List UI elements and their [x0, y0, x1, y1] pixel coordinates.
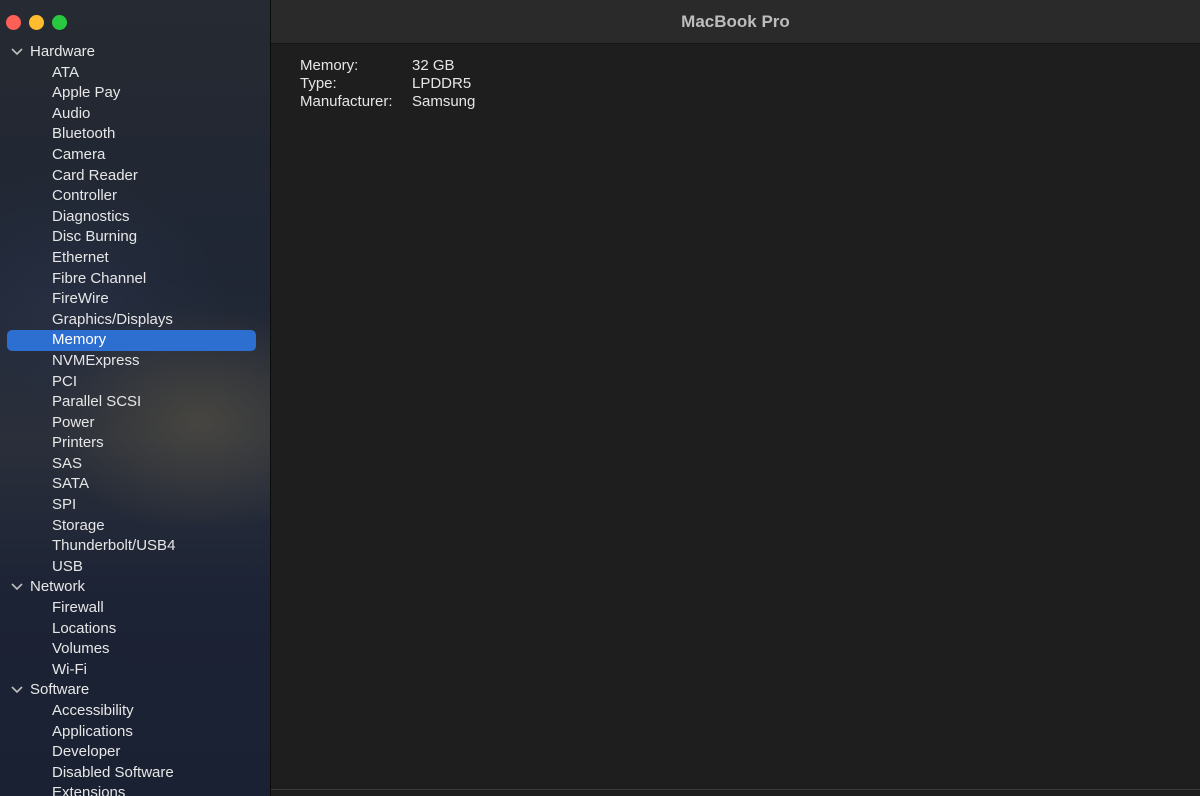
sidebar-item-ethernet[interactable]: Ethernet	[0, 248, 270, 269]
sidebar-item-label: Graphics/Displays	[52, 310, 173, 328]
sidebar-item-thunderbolt-usb4[interactable]: Thunderbolt/USB4	[0, 536, 270, 557]
sidebar-group-label: Network	[30, 578, 86, 596]
sidebar-group-label: Hardware	[30, 43, 96, 60]
system-information-window: Hardware ATA Apple Pay Audio Bluetooth C…	[0, 0, 1200, 796]
sidebar-item-label: Wi-Fi	[52, 660, 87, 678]
divider	[271, 789, 1200, 790]
sidebar-item-developer[interactable]: Developer	[0, 742, 270, 763]
sidebar-item-label: SPI	[52, 496, 77, 514]
detail-key: Manufacturer:	[300, 93, 393, 110]
sidebar-group-label: Software	[30, 681, 90, 699]
sidebar-item-label: Applications	[52, 722, 133, 740]
sidebar: Hardware ATA Apple Pay Audio Bluetooth C…	[0, 0, 271, 796]
sidebar-item-volumes[interactable]: Volumes	[0, 639, 270, 660]
sidebar-item-label: Extensions	[52, 784, 126, 796]
window-title: MacBook Pro	[681, 12, 790, 31]
sidebar-item-memory[interactable]: Memory	[0, 330, 270, 351]
sidebar-item-label: Controller	[52, 187, 118, 205]
minimize-button[interactable]	[29, 15, 44, 30]
sidebar-group-software[interactable]: Software	[0, 680, 270, 701]
sidebar-item-ata[interactable]: ATA	[0, 63, 270, 84]
detail-key: Type:	[300, 75, 337, 92]
sidebar-item-label: Diagnostics	[52, 207, 130, 225]
memory-details: Memory: 32 GB Type: LPDDR5 Manufacturer:…	[300, 57, 600, 111]
sidebar-item-disabled-software[interactable]: Disabled Software	[0, 763, 270, 784]
sidebar-item-label: Thunderbolt/USB4	[52, 537, 176, 555]
sidebar-item-sata[interactable]: SATA	[0, 474, 270, 495]
sidebar-item-camera[interactable]: Camera	[0, 145, 270, 166]
sidebar-item-label: USB	[52, 557, 83, 575]
sidebar-item-spi[interactable]: SPI	[0, 495, 270, 516]
detail-row-manufacturer: Manufacturer: Samsung	[300, 93, 600, 111]
title-bar[interactable]: MacBook Pro	[271, 0, 1200, 44]
detail-row-memory: Memory: 32 GB	[300, 57, 600, 75]
sidebar-item-label: Memory	[52, 331, 107, 349]
chevron-down-icon[interactable]	[11, 42, 23, 62]
sidebar-item-graphics-displays[interactable]: Graphics/Displays	[0, 310, 270, 331]
sidebar-item-label: Locations	[52, 619, 117, 637]
detail-row-type: Type: LPDDR5	[300, 75, 600, 93]
sidebar-item-storage[interactable]: Storage	[0, 516, 270, 537]
sidebar-item-firewall[interactable]: Firewall	[0, 598, 270, 619]
sidebar-group-hardware[interactable]: Hardware	[0, 42, 270, 63]
sidebar-item-accessibility[interactable]: Accessibility	[0, 701, 270, 722]
sidebar-item-diagnostics[interactable]: Diagnostics	[0, 207, 270, 228]
sidebar-item-label: Volumes	[52, 640, 110, 658]
zoom-button[interactable]	[52, 15, 67, 30]
sidebar-item-label: Audio	[52, 104, 91, 122]
sidebar-item-label: PCI	[52, 372, 78, 390]
sidebar-item-sas[interactable]: SAS	[0, 454, 270, 475]
sidebar-item-label: Accessibility	[52, 702, 134, 719]
sidebar-item-label: Storage	[52, 516, 105, 534]
sidebar-item-parallel-scsi[interactable]: Parallel SCSI	[0, 392, 270, 413]
sidebar-item-label: Parallel SCSI	[52, 393, 142, 411]
sidebar-item-locations[interactable]: Locations	[0, 619, 270, 640]
sidebar-item-pci[interactable]: PCI	[0, 372, 270, 393]
sidebar-item-power[interactable]: Power	[0, 413, 270, 434]
sidebar-group-network[interactable]: Network	[0, 577, 270, 598]
chevron-down-icon[interactable]	[11, 680, 23, 700]
sidebar-item-disc-burning[interactable]: Disc Burning	[0, 227, 270, 248]
sidebar-tree: Hardware ATA Apple Pay Audio Bluetooth C…	[0, 42, 270, 796]
chevron-down-icon[interactable]	[11, 577, 23, 597]
sidebar-item-extensions[interactable]: Extensions	[0, 783, 270, 796]
sidebar-item-firewire[interactable]: FireWire	[0, 289, 270, 310]
sidebar-item-bluetooth[interactable]: Bluetooth	[0, 124, 270, 145]
sidebar-item-apple-pay[interactable]: Apple Pay	[0, 83, 270, 104]
detail-value: Samsung	[412, 93, 476, 110]
sidebar-item-label: SATA	[52, 475, 89, 493]
sidebar-item-label: FireWire	[52, 290, 109, 308]
sidebar-item-nvmexpress[interactable]: NVMExpress	[0, 351, 270, 372]
sidebar-item-fibre-channel[interactable]: Fibre Channel	[0, 269, 270, 290]
detail-key: Memory:	[300, 57, 359, 74]
sidebar-item-usb[interactable]: USB	[0, 557, 270, 578]
sidebar-item-label: Ethernet	[52, 248, 109, 266]
close-button[interactable]	[6, 15, 21, 30]
sidebar-item-label: Disabled Software	[52, 763, 174, 781]
sidebar-item-wi-fi[interactable]: Wi-Fi	[0, 660, 270, 681]
sidebar-item-label: NVMExpress	[52, 351, 140, 369]
sidebar-item-label: SAS	[52, 454, 83, 472]
sidebar-item-label: Developer	[52, 743, 121, 761]
sidebar-item-label: Bluetooth	[52, 125, 116, 143]
window-controls	[6, 15, 67, 30]
sidebar-item-label: Apple Pay	[52, 84, 121, 102]
sidebar-item-label: Disc Burning	[52, 228, 138, 246]
sidebar-item-label: Card Reader	[52, 166, 138, 184]
detail-pane: MacBook Pro Memory: 32 GB Type: LPDDR5 M…	[271, 0, 1200, 796]
sidebar-item-label: Printers	[52, 434, 104, 452]
sidebar-item-printers[interactable]: Printers	[0, 433, 270, 454]
sidebar-item-controller[interactable]: Controller	[0, 186, 270, 207]
detail-value: LPDDR5	[412, 75, 472, 92]
sidebar-item-applications[interactable]: Applications	[0, 722, 270, 743]
sidebar-item-card-reader[interactable]: Card Reader	[0, 166, 270, 187]
sidebar-item-label: Fibre Channel	[52, 269, 147, 287]
sidebar-item-label: ATA	[52, 63, 79, 81]
sidebar-item-audio[interactable]: Audio	[0, 104, 270, 125]
sidebar-item-label: Camera	[52, 145, 106, 163]
sidebar-item-label: Firewall	[52, 599, 104, 617]
detail-value: 32 GB	[412, 57, 455, 74]
sidebar-item-label: Power	[52, 413, 95, 431]
